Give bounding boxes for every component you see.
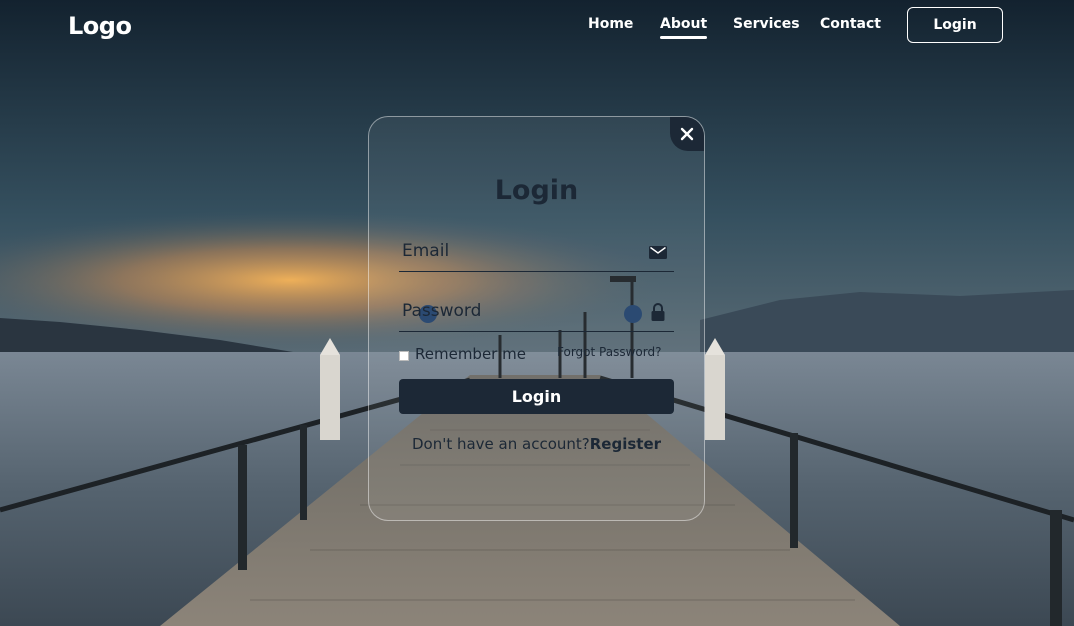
email-field <box>399 233 674 272</box>
header-login-button[interactable]: Login <box>907 7 1003 43</box>
login-title: Login <box>494 175 579 206</box>
close-button[interactable] <box>670 117 704 151</box>
remember-me-checkbox[interactable] <box>399 350 409 361</box>
site-logo[interactable]: Logo <box>68 12 132 40</box>
nav-link-about[interactable]: About <box>660 16 708 39</box>
nav-link-services[interactable]: Services <box>733 16 800 32</box>
site-header: Logo Home About Services Contact Login <box>0 0 1074 50</box>
nav-link-contact[interactable]: Contact <box>820 16 881 32</box>
register-prompt-text: Don't have an account? <box>411 435 590 453</box>
remember-me-label: Remember me <box>415 345 526 363</box>
login-modal: Login Remember me Forgot Password? Login… <box>368 116 705 521</box>
login-submit-button[interactable]: Login <box>399 379 674 414</box>
lock-icon <box>651 303 665 321</box>
password-input[interactable] <box>399 293 642 329</box>
remember-me[interactable]: Remember me <box>399 345 526 363</box>
close-icon <box>680 127 694 141</box>
nav-link-home[interactable]: Home <box>588 16 633 32</box>
register-prompt: Don't have an account?Register <box>369 435 704 453</box>
forgot-password-link[interactable]: Forgot Password? <box>557 345 661 359</box>
register-link[interactable]: Register <box>590 435 661 453</box>
email-input[interactable] <box>399 233 642 269</box>
mail-icon <box>649 246 667 259</box>
password-field <box>399 293 674 332</box>
